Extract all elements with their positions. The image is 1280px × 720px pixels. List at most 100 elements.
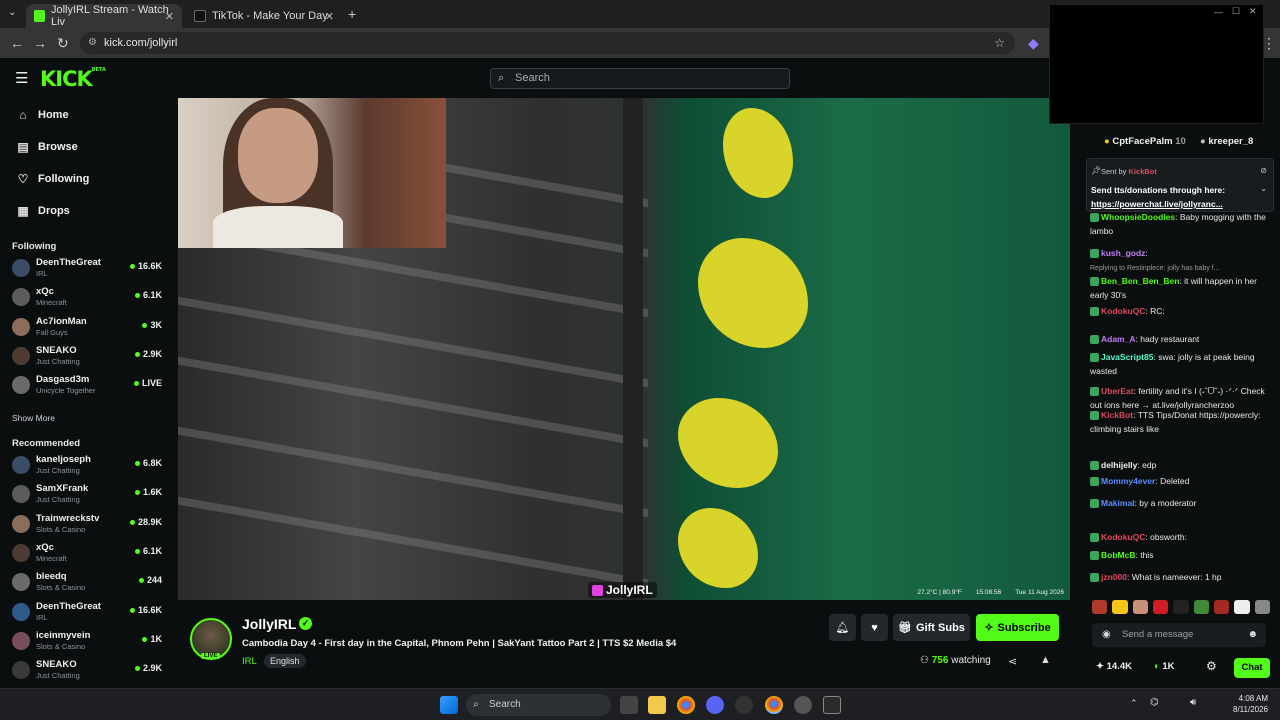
chat-message[interactable]: KodokuQC: obsworth: (1090, 530, 1268, 544)
chrome-icon[interactable] (677, 696, 695, 714)
chat-username[interactable]: Ben_Ben_Ben_Ben (1101, 276, 1179, 286)
hamburger-menu-icon[interactable]: ☰ (15, 69, 28, 87)
maximize-icon[interactable]: ☐ (1232, 6, 1240, 17)
likes-counter[interactable]: ✦ 14.4K (1096, 661, 1132, 672)
sidebar-channel[interactable]: xQc Minecraft 6.1K (12, 540, 162, 568)
windows-start-icon[interactable] (440, 696, 458, 714)
tab-list-icon[interactable]: ⌄ (8, 7, 16, 18)
task-view-icon[interactable] (620, 696, 638, 714)
notification-bell-button[interactable]: 🔔︎ (829, 614, 856, 641)
report-icon[interactable]: ▲ (1040, 654, 1051, 666)
tray-expand-icon[interactable]: ⌃ (1130, 698, 1138, 709)
emote-icon[interactable] (1213, 600, 1230, 614)
chat-message[interactable]: JavaScript85: swa: jolly is at peak bein… (1090, 350, 1268, 378)
language-tag[interactable]: English (264, 654, 306, 668)
network-icon[interactable]: ⌬ (1150, 697, 1159, 708)
chat-username[interactable]: KickBot (1101, 410, 1133, 420)
chat-username[interactable]: UberEat (1101, 386, 1134, 396)
emoji-icon[interactable]: ☻ (1247, 623, 1258, 647)
reload-icon[interactable]: ↻ (57, 35, 69, 52)
share-icon[interactable]: ⋖ (1008, 655, 1017, 668)
tab-jollyirl[interactable]: JollyIRL Stream - Watch Liv ✕ (26, 4, 182, 28)
back-icon[interactable]: ← (10, 35, 24, 51)
chat-username[interactable]: jzn000 (1101, 572, 1127, 582)
sidebar-channel[interactable]: SNEAKO Just Chatting 2.9K (12, 343, 162, 371)
volume-icon[interactable]: 🔊︎ (1190, 697, 1196, 708)
emote-icon[interactable] (1193, 600, 1209, 614)
chat-message[interactable]: jzn000: What is nameever: 1 hp (1090, 570, 1268, 584)
kicks-counter[interactable]: ◐ 1K (1154, 661, 1175, 672)
chat-message[interactable]: Makimal: by a moderator (1090, 496, 1268, 510)
emote-icon[interactable] (1254, 600, 1270, 614)
picture-in-picture-window[interactable]: — ☐ ✕ (1049, 4, 1264, 124)
sidebar-channel[interactable]: Ac7ionMan Fall Guys 3K (12, 314, 162, 342)
bookmark-star-icon[interactable]: ☆ (994, 32, 1005, 54)
site-info-icon[interactable]: ⚙ (88, 32, 97, 54)
chat-username[interactable]: KodokuQC (1101, 306, 1145, 316)
sidebar-channel[interactable]: bleedq Slots & Casino 244 (12, 569, 162, 597)
sidebar-item-following[interactable]: ♡ Following (16, 172, 90, 186)
chrome-active-icon[interactable] (765, 696, 783, 714)
app-icon[interactable] (735, 696, 753, 714)
sidebar-channel[interactable]: xQc Minecraft 6.1K (12, 284, 162, 312)
subscribe-button[interactable]: ✧ Subscribe (976, 614, 1059, 641)
chat-message[interactable]: KickBot: TTS Tips/Donat https://powercly… (1090, 408, 1268, 436)
sidebar-channel[interactable]: SNEAKO Just Chatting 2.9K (12, 657, 162, 685)
unpin-icon[interactable]: ⊘ (1260, 166, 1267, 175)
tab-close-icon[interactable]: ✕ (165, 10, 174, 23)
taskbar-search[interactable]: ⌕ Search (466, 694, 611, 716)
chat-username[interactable]: Adam_A (1101, 334, 1135, 344)
forward-icon[interactable]: → (33, 35, 47, 51)
chat-message[interactable]: Adam_A: hady restaurant (1090, 332, 1268, 346)
chat-message[interactable]: KodokuQC: RC: (1090, 304, 1268, 318)
chat-message[interactable]: BobMcB: this (1090, 548, 1268, 562)
minimize-icon[interactable]: — (1214, 7, 1223, 17)
emote-icon[interactable] (1152, 600, 1169, 614)
emote-icon[interactable] (1112, 600, 1128, 614)
chevron-down-icon[interactable]: ⌄ (1260, 184, 1267, 193)
emote-icon[interactable] (1092, 600, 1108, 614)
emote-icon[interactable] (1132, 600, 1148, 614)
sidebar-channel[interactable]: kaneljoseph Just Chatting 6.8K (12, 452, 162, 480)
follow-heart-button[interactable]: ♥ (861, 614, 888, 641)
sidebar-channel[interactable]: DeenTheGreat IRL 16.6K (12, 255, 162, 283)
sidebar-item-home[interactable]: ⌂ Home (16, 108, 68, 122)
settings-gear-icon[interactable]: ⚙ (1206, 659, 1217, 673)
url-field[interactable]: ⚙ kick.com/jollyirl ☆ (80, 32, 1015, 54)
chat-username[interactable]: kush_godz (1101, 248, 1145, 258)
chat-message[interactable]: delhijelly: edp (1090, 458, 1268, 472)
chat-settings-icon[interactable]: ◉ (1102, 623, 1111, 647)
extension-icon[interactable]: ◆ (1028, 35, 1039, 52)
tab-close-icon[interactable]: ✕ (325, 10, 334, 23)
chat-username[interactable]: KodokuQC (1101, 532, 1145, 542)
obs-icon[interactable] (823, 696, 841, 714)
stream-category-link[interactable]: IRL (242, 656, 257, 667)
chat-username[interactable]: BobMcB (1101, 550, 1135, 560)
sidebar-channel[interactable]: Dasgasd3m Unicycle Together LIVE (12, 372, 162, 400)
sidebar-channel[interactable]: Trainwreckstv Slots & Casino 28.9K (12, 511, 162, 539)
discord-icon[interactable] (706, 696, 724, 714)
chat-username[interactable]: Mommy4ever (1101, 476, 1155, 486)
browser-menu-icon[interactable]: ⋮ (1262, 35, 1276, 52)
kick-logo[interactable]: KICKBETA (40, 67, 106, 91)
sidebar-channel[interactable]: iceinmyvein Slots & Casino 1K (12, 628, 162, 656)
chat-username[interactable]: Makimal (1101, 498, 1135, 508)
chat-username[interactable]: delhijelly (1101, 460, 1137, 470)
chat-message-input[interactable]: ◉ Send a message ☻ (1092, 623, 1266, 647)
gift-subs-button[interactable]: 🎁︎ Gift Subs (893, 614, 970, 641)
search-input[interactable]: ⌕ Search (490, 68, 790, 89)
new-tab-button[interactable]: + (348, 6, 356, 22)
sidebar-item-browse[interactable]: ▤ Browse (16, 140, 77, 154)
chat-username[interactable]: WhoopsieDoodles (1101, 212, 1175, 222)
tab-tiktok[interactable]: TikTok - Make Your Day ✕ (186, 4, 342, 28)
chat-send-button[interactable]: Chat (1234, 658, 1270, 678)
emote-icon[interactable] (1173, 600, 1189, 614)
chat-message[interactable]: WhoopsieDoodles: Baby mogging with the l… (1090, 210, 1268, 238)
system-clock[interactable]: 4:08 AM 8/11/2026 (1233, 693, 1268, 715)
chat-message[interactable]: Mommy4ever: Deleted (1090, 474, 1268, 488)
chat-message[interactable]: Replying to Restinplece: jolly has baby … (1090, 264, 1268, 302)
streamer-name[interactable]: JollyIRL (242, 616, 296, 632)
chat-username[interactable]: JavaScript85 (1101, 352, 1153, 362)
video-player[interactable]: JollyIRL 27.2°C | 80.9°F 15:08:56 Tue 11… (178, 98, 1070, 600)
sidebar-channel[interactable]: SamXFrank Just Chatting 1.6K (12, 481, 162, 509)
